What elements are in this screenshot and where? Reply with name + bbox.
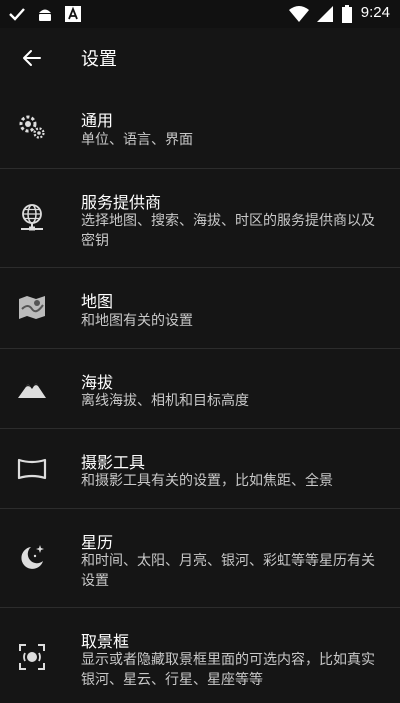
settings-item-title: 摄影工具 bbox=[81, 453, 146, 472]
font-a-icon bbox=[65, 6, 81, 22]
android-icon bbox=[39, 9, 51, 21]
settings-item-elevation[interactable]: 海拔 离线海拔、相机和目标高度 bbox=[0, 348, 400, 428]
panorama-icon bbox=[17, 458, 47, 480]
moon-stars-icon bbox=[21, 545, 44, 569]
status-bar: 9:24 bbox=[0, 0, 400, 28]
settings-item-subtitle: 选择地图、搜索、海拔、时区的服务提供商以及密钥 bbox=[81, 213, 375, 249]
wifi-icon bbox=[289, 6, 309, 22]
settings-item-photo-tools[interactable]: 摄影工具 和摄影工具有关的设置，比如焦距、全景 bbox=[0, 428, 400, 508]
settings-item-title: 地图 bbox=[81, 292, 114, 311]
status-time: 9:24 bbox=[360, 4, 390, 21]
settings-item-service-providers[interactable]: 服务提供商 选择地图、搜索、海拔、时区的服务提供商以及密钥 bbox=[0, 168, 400, 267]
back-button[interactable] bbox=[14, 40, 50, 76]
settings-item-subtitle: 显示或者隐藏取景框里面的可选内容，比如真实银河、星云、行星、星座等等 bbox=[81, 652, 375, 688]
arrow-back-icon bbox=[23, 50, 41, 66]
settings-item-subtitle: 和时间、太阳、月亮、银河、彩虹等等星历有关设置 bbox=[81, 553, 375, 589]
map-icon bbox=[19, 296, 45, 319]
settings-item-viewfinder[interactable]: 取景框 显示或者隐藏取景框里面的可选内容，比如真实银河、星云、行星、星座等等 bbox=[0, 607, 400, 703]
settings-item-title: 取景框 bbox=[81, 632, 130, 651]
check-icon bbox=[9, 8, 25, 21]
app-bar: 设置 bbox=[0, 28, 400, 88]
viewfinder-icon bbox=[19, 644, 45, 670]
settings-item-title: 通用 bbox=[81, 111, 114, 130]
settings-item-subtitle: 单位、语言、界面 bbox=[81, 132, 193, 148]
battery-icon bbox=[342, 5, 352, 23]
gears-icon bbox=[19, 115, 45, 139]
settings-item-general[interactable]: 通用 单位、语言、界面 bbox=[0, 88, 400, 168]
globe-network-icon bbox=[21, 204, 43, 231]
signal-icon bbox=[317, 6, 333, 22]
settings-item-subtitle: 离线海拔、相机和目标高度 bbox=[81, 393, 249, 409]
settings-item-title: 海拔 bbox=[81, 373, 114, 392]
settings-item-subtitle: 和地图有关的设置 bbox=[81, 313, 193, 329]
settings-item-title: 服务提供商 bbox=[81, 193, 162, 212]
settings-item-ephemeris[interactable]: 星历 和时间、太阳、月亮、银河、彩虹等等星历有关设置 bbox=[0, 508, 400, 607]
settings-item-subtitle: 和摄影工具有关的设置，比如焦距、全景 bbox=[81, 473, 333, 489]
settings-item-map[interactable]: 地图 和地图有关的设置 bbox=[0, 267, 400, 348]
mountain-icon bbox=[18, 383, 46, 398]
settings-item-title: 星历 bbox=[81, 533, 114, 552]
page-title: 设置 bbox=[81, 49, 117, 70]
